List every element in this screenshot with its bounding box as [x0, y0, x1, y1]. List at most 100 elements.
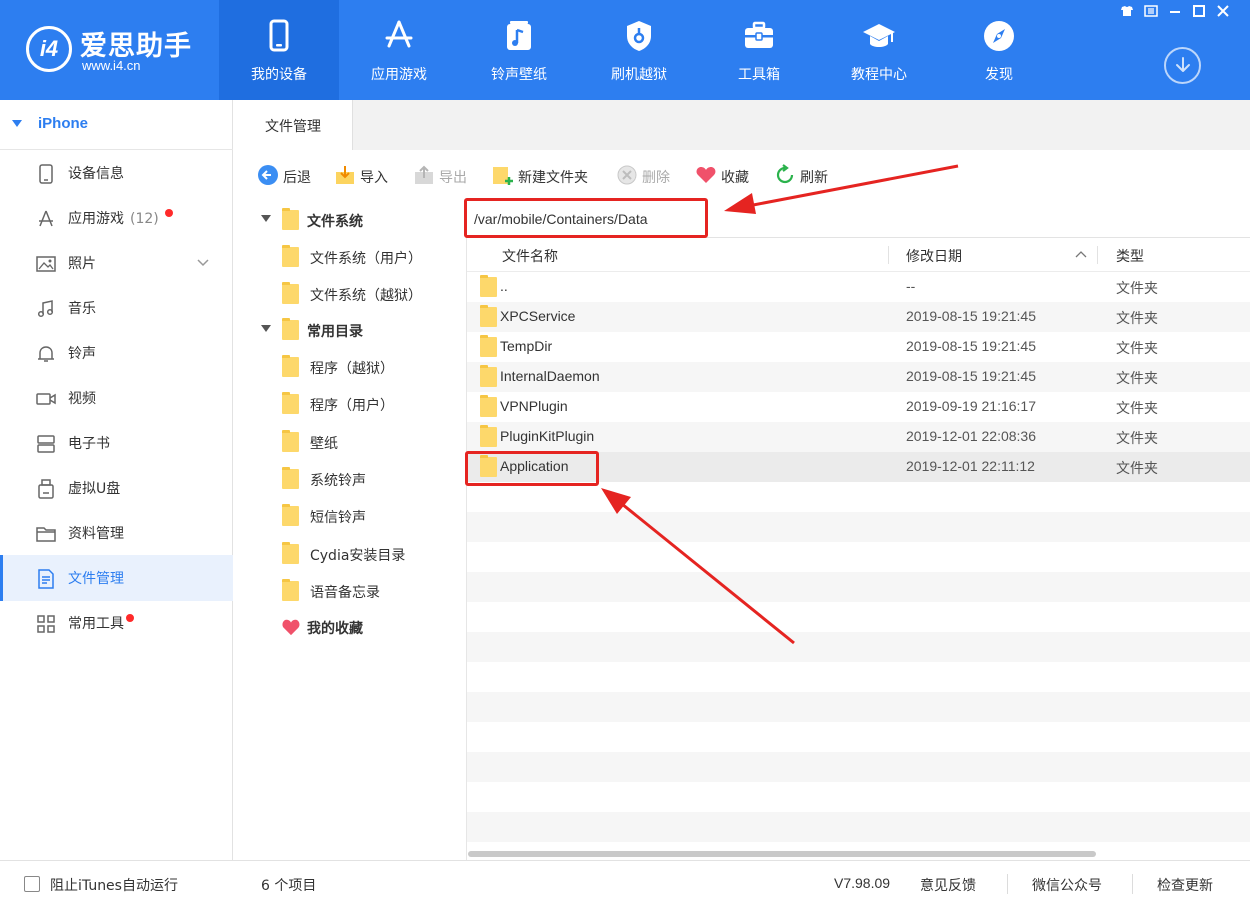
- nav-label: 发现: [985, 67, 1013, 83]
- file-type: 文件夹: [1116, 341, 1158, 357]
- sidebar-item-file-management[interactable]: 文件管理: [0, 555, 233, 601]
- sidebar-item-label: 电子书: [68, 436, 110, 452]
- empty-row: [467, 632, 1250, 662]
- file-row[interactable]: InternalDaemon 2019-08-15 19:21:45 文件夹: [467, 362, 1250, 392]
- app-store-icon: [385, 20, 413, 48]
- file-name: InternalDaemon: [500, 368, 600, 384]
- expand-caret-icon[interactable]: [261, 325, 271, 332]
- nav-apps-games[interactable]: 应用游戏: [339, 0, 459, 100]
- import-label: 导入: [360, 170, 388, 186]
- folder-icon: [282, 430, 299, 452]
- maximize-icon[interactable]: [1189, 2, 1209, 20]
- file-row[interactable]: VPNPlugin 2019-09-19 21:16:17 文件夹: [467, 392, 1250, 422]
- empty-row: [467, 692, 1250, 722]
- sidebar: iPhone 设备信息 应用游戏 (12) 照片 音乐 铃声 视频 电子书 虚拟…: [0, 100, 233, 860]
- heart-icon: [282, 619, 300, 636]
- skin-icon[interactable]: [1117, 2, 1137, 20]
- tree-item-sms-ringtones[interactable]: 短信铃声: [233, 498, 467, 534]
- back-label: 后退: [283, 170, 311, 186]
- tree-label: 系统铃声: [310, 473, 366, 489]
- tree-item-filesystem-user[interactable]: 文件系统（用户）: [233, 239, 467, 275]
- chevron-down-icon[interactable]: [196, 255, 210, 269]
- sidebar-item-common-tools[interactable]: 常用工具: [0, 600, 233, 646]
- sidebar-item-data-management[interactable]: 资料管理: [0, 510, 233, 556]
- tree-label: 我的收藏: [307, 621, 363, 637]
- empty-row: [467, 812, 1250, 842]
- tree-item-system-ringtones[interactable]: 系统铃声: [233, 461, 467, 497]
- empty-row: [467, 482, 1250, 512]
- tree-item-apps-jailbreak[interactable]: 程序（越狱）: [233, 349, 467, 385]
- tree-item-cydia-install[interactable]: Cydia安装目录: [233, 536, 467, 572]
- tree-item-my-favorites[interactable]: 我的收藏: [233, 609, 467, 645]
- tree-item-wallpaper[interactable]: 壁纸: [233, 424, 467, 460]
- music-icon: [37, 300, 54, 318]
- empty-row: [467, 752, 1250, 782]
- file-list: .. -- 文件夹 XPCService 2019-08-15 19:21:45…: [467, 272, 1250, 860]
- folder-icon: [282, 467, 299, 489]
- nav-discover[interactable]: 发现: [939, 0, 1059, 100]
- check-update-link[interactable]: 检查更新: [1157, 875, 1213, 895]
- tree-item-voice-memos[interactable]: 语音备忘录: [233, 573, 467, 609]
- close-icon[interactable]: [1213, 2, 1233, 20]
- nav-tutorials[interactable]: 教程中心: [819, 0, 939, 100]
- sidebar-item-device-info[interactable]: 设备信息: [0, 150, 233, 196]
- feedback-link[interactable]: 意见反馈: [920, 875, 976, 895]
- menu-icon[interactable]: [1141, 2, 1161, 20]
- file-date: 2019-08-15 19:21:45: [906, 368, 1036, 384]
- column-divider[interactable]: [1097, 246, 1098, 264]
- sidebar-item-ringtones[interactable]: 铃声: [0, 330, 233, 376]
- grid-icon: [37, 615, 55, 633]
- tree-item-apps-user[interactable]: 程序（用户）: [233, 386, 467, 422]
- sidebar-item-virtual-usb[interactable]: 虚拟U盘: [0, 465, 233, 511]
- file-row[interactable]: PluginKitPlugin 2019-12-01 22:08:36 文件夹: [467, 422, 1250, 452]
- nav-my-device[interactable]: 我的设备: [219, 0, 339, 100]
- export-label: 导出: [439, 170, 467, 186]
- nav-toolbox[interactable]: 工具箱: [699, 0, 819, 100]
- import-icon: [336, 166, 354, 184]
- sidebar-item-music[interactable]: 音乐: [0, 285, 233, 331]
- file-name: VPNPlugin: [500, 398, 568, 414]
- nav-ringtones-wallpapers[interactable]: 铃声壁纸: [459, 0, 579, 100]
- download-button[interactable]: [1164, 47, 1201, 84]
- column-divider[interactable]: [888, 246, 889, 264]
- horizontal-scrollbar[interactable]: [468, 851, 1096, 857]
- nav-label: 工具箱: [738, 67, 780, 83]
- block-itunes-checkbox[interactable]: [24, 876, 40, 892]
- tree-item-filesystem[interactable]: 文件系统: [233, 202, 467, 238]
- tree-item-common-dirs[interactable]: 常用目录: [233, 312, 467, 348]
- notification-dot: [165, 209, 173, 217]
- column-date[interactable]: 修改日期: [906, 246, 962, 266]
- file-name: PluginKitPlugin: [500, 428, 595, 444]
- status-divider: [1007, 874, 1008, 894]
- app-count: (12): [130, 211, 159, 227]
- tab-label: 文件管理: [265, 119, 321, 135]
- path-bar[interactable]: /var/mobile/Containers/Data: [464, 198, 1250, 238]
- column-type[interactable]: 类型: [1116, 246, 1144, 266]
- minimize-icon[interactable]: [1165, 2, 1185, 20]
- version-label: V7.98.09: [834, 875, 891, 891]
- wechat-link[interactable]: 微信公众号: [1032, 875, 1102, 895]
- tree-item-filesystem-jailbreak[interactable]: 文件系统（越狱）: [233, 276, 467, 312]
- sidebar-item-label: 常用工具: [68, 616, 124, 632]
- sort-ascending-icon[interactable]: [1075, 250, 1087, 258]
- nav-flash-jailbreak[interactable]: 刷机越狱: [579, 0, 699, 100]
- block-itunes-label[interactable]: 阻止iTunes自动运行: [50, 875, 178, 895]
- sidebar-item-photos[interactable]: 照片: [0, 240, 233, 286]
- file-row[interactable]: .. -- 文件夹: [467, 272, 1250, 302]
- file-row[interactable]: XPCService 2019-08-15 19:21:45 文件夹: [467, 302, 1250, 332]
- file-row[interactable]: TempDir 2019-08-15 19:21:45 文件夹: [467, 332, 1250, 362]
- folder-icon: [282, 282, 299, 304]
- empty-row: [467, 512, 1250, 542]
- sidebar-item-videos[interactable]: 视频: [0, 375, 233, 421]
- nav-label: 铃声壁纸: [491, 67, 547, 83]
- folder-icon: [282, 245, 299, 267]
- tab-file-management[interactable]: 文件管理: [233, 100, 353, 150]
- device-header[interactable]: iPhone: [0, 100, 233, 150]
- photo-icon: [36, 256, 56, 272]
- column-name[interactable]: 文件名称: [502, 246, 558, 266]
- sidebar-item-ebooks[interactable]: 电子书: [0, 420, 233, 466]
- empty-row: [467, 572, 1250, 602]
- expand-caret-icon[interactable]: [261, 215, 271, 222]
- tree-label: 常用目录: [307, 324, 363, 340]
- sidebar-item-apps[interactable]: 应用游戏 (12): [0, 195, 233, 241]
